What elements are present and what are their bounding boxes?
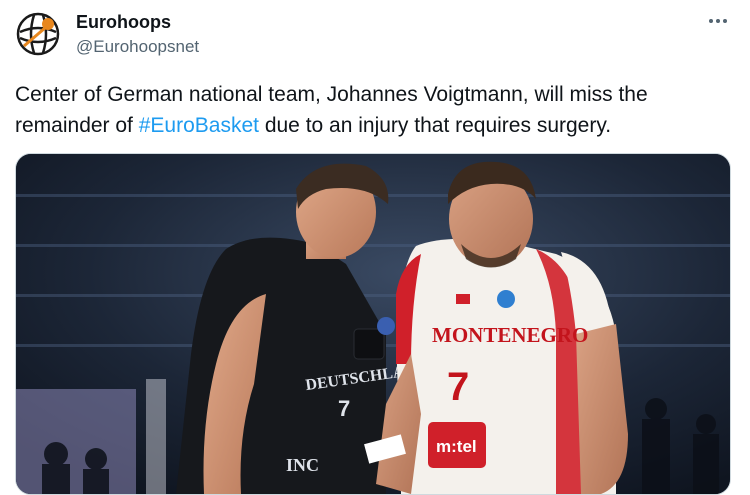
more-options-button[interactable] [704,10,732,32]
hashtag-link[interactable]: #EuroBasket [139,114,259,137]
right-jersey-number: 7 [447,365,469,409]
tweet-card: Eurohoops @Eurohoopsnet Center of German… [0,0,750,495]
account-handle[interactable]: @Eurohoopsnet [76,36,199,58]
background-banner [16,389,136,494]
left-shorts-text: INC [286,455,319,475]
sponsor-logo-text: m:tel [436,437,477,456]
avatar[interactable] [14,10,62,58]
display-name[interactable]: Eurohoops [76,11,171,33]
tweet-photo[interactable]: DEUTSCHLAND 7 INC MONTENEGRO 7 m:tel [15,153,731,495]
basketball-photo: DEUTSCHLAND 7 INC MONTENEGRO 7 m:tel [16,154,730,494]
right-jersey-text: MONTENEGRO [432,323,588,347]
left-jersey-number: 7 [338,396,350,421]
tweet-text-part: due to an injury that requires surgery. [258,114,612,137]
more-horizontal-icon [709,19,727,23]
tweet-text: Center of German national team, Johannes… [15,79,730,141]
eurohoops-logo-icon [16,12,60,56]
